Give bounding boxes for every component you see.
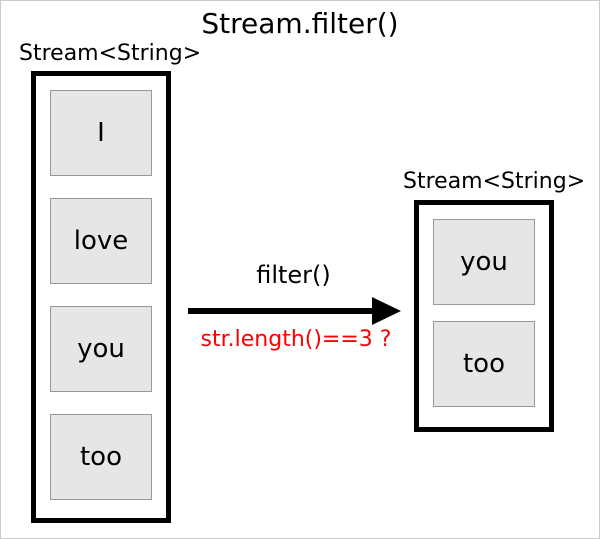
list-item: too	[50, 414, 152, 500]
arrow-condition: str.length()==3 ?	[191, 327, 401, 352]
diagram-title: Stream.filter()	[1, 7, 599, 40]
right-stream-box: you too	[414, 200, 554, 432]
arrow-icon	[186, 291, 401, 331]
arrow-label: filter()	[191, 261, 396, 289]
left-stream-type-label: Stream<String>	[19, 41, 201, 66]
list-item: you	[433, 219, 535, 305]
diagram-canvas: Stream.filter() Stream<String> I love yo…	[0, 0, 600, 539]
right-stream-type-label: Stream<String>	[403, 169, 585, 194]
left-stream-box: I love you too	[31, 71, 171, 523]
list-item: I	[50, 90, 152, 176]
list-item: love	[50, 198, 152, 284]
list-item: you	[50, 306, 152, 392]
list-item: too	[433, 321, 535, 407]
